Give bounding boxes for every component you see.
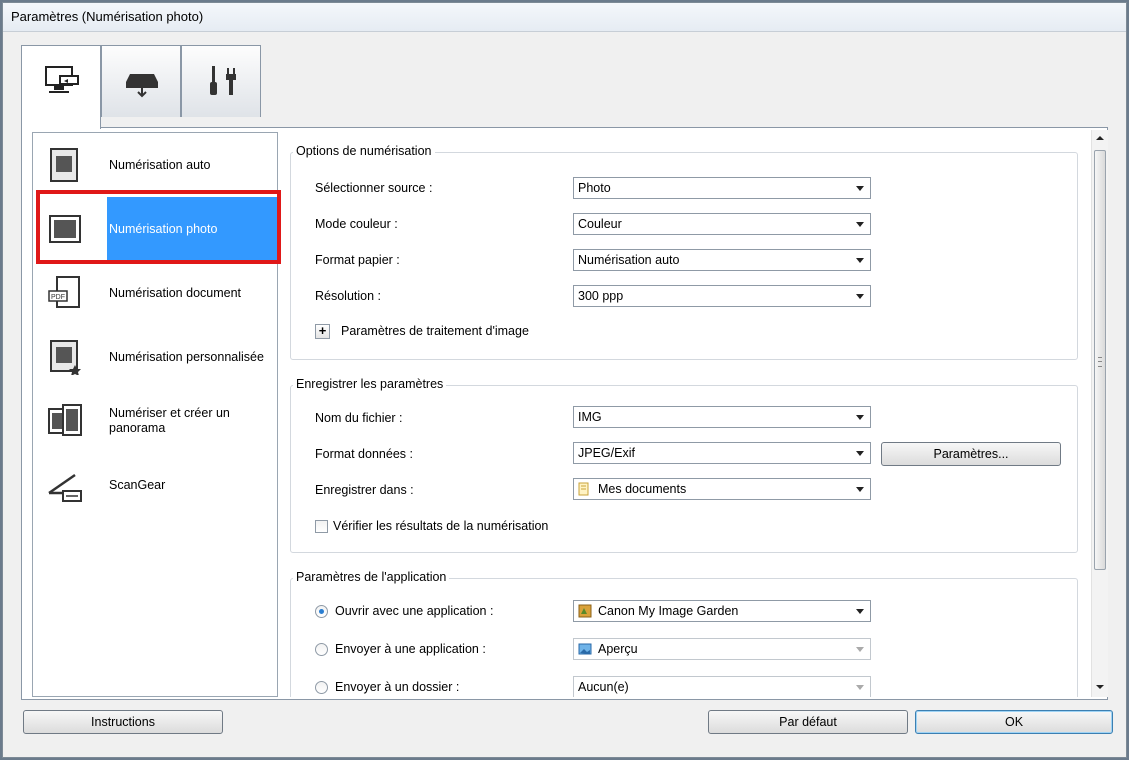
tab-scan-from-computer[interactable] bbox=[21, 45, 101, 129]
color-mode-select[interactable]: Couleur bbox=[573, 213, 871, 235]
open-with-app-value: Canon My Image Garden bbox=[598, 604, 739, 618]
sidebar-item-scangear[interactable]: ScanGear bbox=[33, 453, 277, 517]
send-to-folder-value: Aucun(e) bbox=[578, 680, 629, 694]
paper-size-value: Numérisation auto bbox=[578, 253, 680, 267]
panorama-icon bbox=[48, 404, 82, 436]
sidebar-item-document-scan[interactable]: PDF Numérisation document bbox=[33, 261, 277, 325]
sidebar-item-label: Numérisation document bbox=[109, 285, 242, 300]
title-bar: Paramètres (Numérisation photo) bbox=[3, 3, 1126, 32]
sidebar-item-label: Numériser et créer un panorama bbox=[109, 406, 230, 435]
instructions-button[interactable]: Instructions bbox=[23, 710, 223, 734]
source-select[interactable]: Photo bbox=[573, 177, 871, 199]
chevron-down-icon bbox=[856, 487, 864, 492]
svg-text:PDF: PDF bbox=[51, 294, 65, 301]
send-to-folder-radio[interactable] bbox=[315, 681, 328, 694]
data-format-select[interactable]: JPEG/Exif bbox=[573, 442, 871, 464]
save-in-value: Mes documents bbox=[598, 482, 687, 496]
save-settings-group: Enregistrer les paramètres Nom du fichie… bbox=[290, 377, 1078, 553]
sidebar-item-label: Numérisation personnalisée bbox=[109, 349, 264, 364]
radio-selected-dot bbox=[319, 609, 324, 614]
color-mode-value: Couleur bbox=[578, 217, 622, 231]
group-title: Options de numérisation bbox=[293, 144, 435, 158]
application-settings-group: Paramètres de l'application Ouvrir avec … bbox=[290, 570, 1078, 697]
chevron-down-icon bbox=[856, 258, 864, 263]
format-settings-button[interactable]: Paramètres... bbox=[881, 442, 1061, 466]
document-scan-icon: PDF bbox=[48, 276, 80, 308]
grip-icon bbox=[1098, 357, 1102, 367]
scroll-down-icon[interactable] bbox=[1092, 679, 1108, 695]
preview-app-icon bbox=[578, 643, 592, 655]
save-in-select[interactable]: Mes documents bbox=[573, 478, 871, 500]
chevron-down-icon bbox=[856, 415, 864, 420]
auto-scan-icon bbox=[50, 148, 78, 182]
data-format-value: JPEG/Exif bbox=[578, 446, 635, 460]
resolution-select[interactable]: 300 ppp bbox=[573, 285, 871, 307]
file-name-label: Nom du fichier : bbox=[315, 411, 403, 425]
chevron-down-icon bbox=[856, 647, 864, 652]
scrollbar-thumb[interactable] bbox=[1094, 150, 1106, 570]
settings-dialog: Paramètres (Numérisation photo) Numérisa… bbox=[2, 2, 1127, 758]
ok-button[interactable]: OK bbox=[915, 710, 1113, 734]
sidebar-item-custom-scan[interactable]: Numérisation personnalisée bbox=[33, 325, 277, 389]
chevron-down-icon bbox=[856, 294, 864, 299]
check-results-label: Vérifier les résultats de la numérisatio… bbox=[333, 519, 549, 533]
sidebar-item-auto-scan[interactable]: Numérisation auto bbox=[33, 133, 277, 197]
scan-from-computer-icon bbox=[45, 66, 79, 93]
my-image-garden-icon bbox=[578, 604, 592, 618]
tab-scan-from-panel[interactable] bbox=[101, 45, 181, 117]
paper-size-select[interactable]: Numérisation auto bbox=[573, 249, 871, 271]
paper-size-label: Format papier : bbox=[315, 253, 400, 267]
chevron-down-icon bbox=[856, 186, 864, 191]
chevron-down-icon bbox=[856, 685, 864, 690]
chevron-down-icon bbox=[856, 451, 864, 456]
image-processing-label: Paramètres de traitement d'image bbox=[341, 324, 529, 338]
default-button[interactable]: Par défaut bbox=[708, 710, 908, 734]
custom-scan-icon bbox=[50, 340, 81, 375]
send-to-folder-label: Envoyer à un dossier : bbox=[335, 680, 460, 694]
data-format-label: Format données : bbox=[315, 447, 413, 461]
save-in-label: Enregistrer dans : bbox=[315, 483, 414, 497]
general-settings-icon bbox=[210, 66, 236, 95]
sidebar-item-panorama[interactable]: Numériser et créer un panorama bbox=[33, 389, 277, 453]
highlight-box bbox=[36, 190, 281, 264]
source-value: Photo bbox=[578, 181, 611, 195]
expand-image-processing-button[interactable]: + bbox=[315, 324, 330, 339]
file-name-combo[interactable]: IMG bbox=[573, 406, 871, 428]
file-name-value: IMG bbox=[578, 410, 602, 424]
resolution-value: 300 ppp bbox=[578, 289, 624, 303]
open-with-app-select[interactable]: Canon My Image Garden bbox=[573, 600, 871, 622]
window-title: Paramètres (Numérisation photo) bbox=[11, 9, 204, 24]
tab-panel: Numérisation auto Numérisation photo PDF… bbox=[21, 127, 1108, 700]
chevron-down-icon bbox=[856, 222, 864, 227]
folder-icon bbox=[578, 482, 589, 496]
scan-from-panel-icon bbox=[126, 74, 158, 98]
scangear-icon bbox=[48, 473, 82, 502]
sidebar-item-label: ScanGear bbox=[109, 477, 166, 492]
open-with-app-label: Ouvrir avec une application : bbox=[335, 604, 494, 618]
send-to-app-value: Aperçu bbox=[598, 642, 638, 656]
send-to-app-radio[interactable] bbox=[315, 643, 328, 656]
scan-options-group: Options de numérisation Sélectionner sou… bbox=[290, 144, 1078, 360]
send-to-app-select[interactable]: Aperçu bbox=[573, 638, 871, 660]
group-title: Paramètres de l'application bbox=[293, 570, 450, 584]
sidebar-item-label: Numérisation auto bbox=[109, 157, 211, 172]
source-label: Sélectionner source : bbox=[315, 181, 433, 195]
color-mode-label: Mode couleur : bbox=[315, 217, 398, 231]
settings-content: Options de numérisation Sélectionner sou… bbox=[290, 130, 1086, 697]
open-with-app-radio[interactable] bbox=[315, 605, 328, 618]
check-results-checkbox[interactable] bbox=[315, 520, 328, 533]
chevron-down-icon bbox=[856, 609, 864, 614]
tab-general-settings[interactable] bbox=[181, 45, 261, 117]
send-to-app-label: Envoyer à une application : bbox=[335, 642, 486, 656]
resolution-label: Résolution : bbox=[315, 289, 382, 303]
scroll-up-icon[interactable] bbox=[1092, 130, 1108, 146]
group-title: Enregistrer les paramètres bbox=[293, 377, 447, 391]
send-to-folder-select[interactable]: Aucun(e) bbox=[573, 676, 871, 697]
vertical-scrollbar[interactable] bbox=[1091, 130, 1108, 697]
